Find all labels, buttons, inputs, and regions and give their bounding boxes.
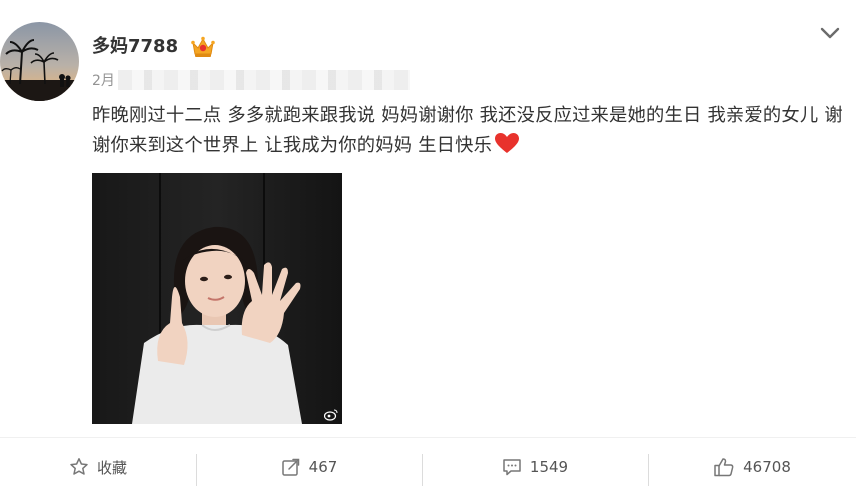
- heart-icon: [494, 132, 520, 154]
- comment-icon: [503, 459, 521, 476]
- post-timestamp: 2月: [92, 73, 115, 89]
- like-count: 46708: [743, 458, 791, 476]
- avatar[interactable]: [0, 22, 79, 101]
- repost-button[interactable]: 467: [196, 438, 422, 495]
- repost-icon: [281, 458, 299, 476]
- timestamp-blur: [118, 70, 410, 90]
- action-bar: 收藏 467 1549 46708: [0, 437, 856, 495]
- chevron-down-icon[interactable]: [818, 24, 842, 42]
- post-image[interactable]: [92, 173, 342, 424]
- comment-button[interactable]: 1549: [422, 438, 648, 495]
- crown-icon: [190, 35, 216, 59]
- favorite-button[interactable]: 收藏: [0, 438, 196, 495]
- star-icon: [70, 458, 88, 475]
- favorite-label: 收藏: [96, 458, 127, 477]
- watermark-icon: [323, 406, 338, 421]
- post-text-body: 昨晚刚过十二点 多多就跑来跟我说 妈妈谢谢你 我还没反应过来是她的生日 我亲爱的…: [92, 105, 843, 156]
- thumbs-up-icon: [714, 458, 734, 477]
- post-text: 昨晚刚过十二点 多多就跑来跟我说 妈妈谢谢你 我还没反应过来是她的生日 我亲爱的…: [92, 101, 852, 161]
- username[interactable]: 多妈7788: [92, 36, 178, 58]
- avatar-image: [0, 22, 79, 101]
- comment-count: 1549: [529, 458, 569, 476]
- like-button[interactable]: 46708: [648, 438, 856, 495]
- repost-count: 467: [308, 458, 338, 476]
